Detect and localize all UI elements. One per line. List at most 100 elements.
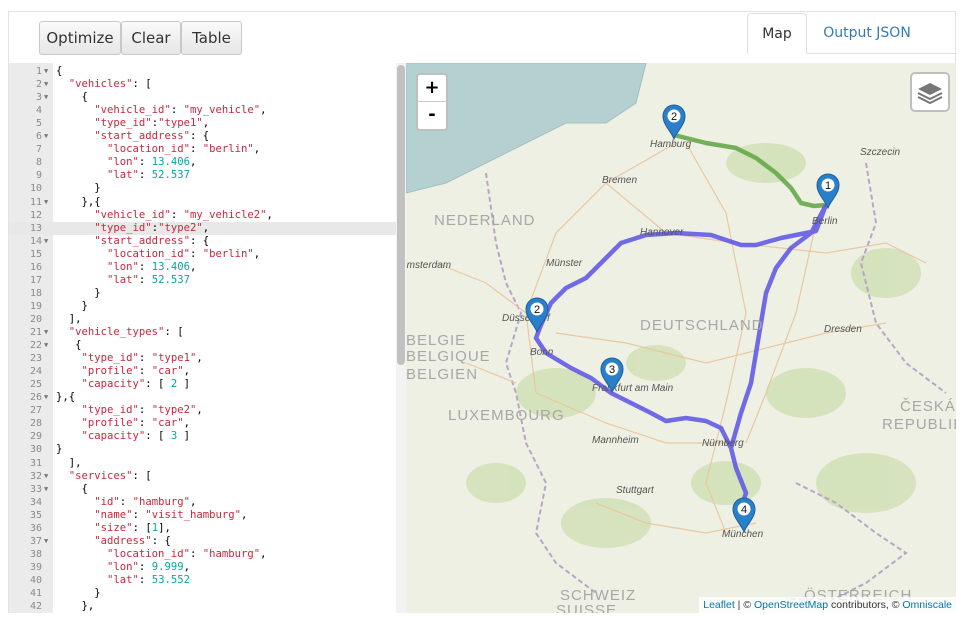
code-line[interactable]: 26 ▼},{ bbox=[9, 391, 397, 404]
code-line[interactable]: 1 ▼ { bbox=[9, 65, 397, 78]
code-line[interactable]: 25 "capacity": [ 2 ] bbox=[9, 378, 397, 391]
code-line[interactable]: 2 ▼ "vehicles": [ bbox=[9, 78, 397, 91]
tab-map[interactable]: Map bbox=[747, 13, 807, 54]
code-line[interactable]: 40 "lat": 53.552 bbox=[9, 574, 397, 587]
code-line[interactable]: 17 "lat": 52.537 bbox=[9, 274, 397, 287]
fold-toggle-icon[interactable]: ▼ bbox=[44, 130, 48, 143]
line-number: 14 bbox=[29, 235, 42, 247]
marker-label: 2 bbox=[534, 304, 540, 316]
line-number: 17 bbox=[29, 274, 42, 286]
code-line[interactable]: 9 "lat": 52.537 bbox=[9, 169, 397, 182]
code-line[interactable]: 7 "location_id": "berlin", bbox=[9, 143, 397, 156]
code-text: "capacity": [ 3 ] bbox=[81, 430, 190, 443]
line-number: 40 bbox=[29, 574, 42, 586]
fold-toggle-icon[interactable]: ▼ bbox=[44, 91, 48, 104]
code-line[interactable]: 27 "type_id": "type2", bbox=[9, 404, 397, 417]
code-line[interactable]: 3 ▼ { bbox=[9, 91, 397, 104]
map-marker-1[interactable]: 1 bbox=[816, 173, 840, 210]
code-line[interactable]: 4 "vehicle_id": "my_vehicle", bbox=[9, 104, 397, 117]
line-number: 25 bbox=[29, 379, 42, 391]
code-line[interactable]: 11 ▼ },{ bbox=[9, 196, 397, 209]
toolbar: Optimize Clear Table Map Output JSON bbox=[8, 11, 956, 63]
map-label-city: Szczecin bbox=[860, 147, 900, 158]
code-line[interactable]: 39 "lon": 9.999, bbox=[9, 561, 397, 574]
code-line[interactable]: 28 "profile": "car", bbox=[9, 417, 397, 430]
zoom-out-button[interactable]: - bbox=[418, 102, 446, 128]
code-line[interactable]: 36 "size": [1], bbox=[9, 522, 397, 535]
code-text: "lon": 9.999, bbox=[107, 560, 190, 573]
openstreetmap-link[interactable]: OpenStreetMap bbox=[754, 599, 828, 611]
map-view[interactable]: NEDERLAND BELGIE BELGIQUE BELGIEN DEUTSC… bbox=[406, 63, 956, 613]
code-line[interactable]: 24 "profile": "car", bbox=[9, 365, 397, 378]
code-line[interactable]: 32 ▼ "services": [ bbox=[9, 470, 397, 483]
code-line[interactable]: 38 "location_id": "hamburg", bbox=[9, 548, 397, 561]
code-text: },{ bbox=[56, 391, 76, 404]
map-marker-2-duesseldorf[interactable]: 2 bbox=[525, 297, 549, 334]
code-line[interactable]: 10 } bbox=[9, 182, 397, 195]
zoom-in-button[interactable]: + bbox=[418, 75, 446, 102]
code-line[interactable]: 29 "capacity": [ 3 ] bbox=[9, 430, 397, 443]
code-line[interactable]: 15 "location_id": "berlin", bbox=[9, 248, 397, 261]
omniscale-link[interactable]: Omniscale bbox=[902, 599, 952, 611]
fold-toggle-icon[interactable]: ▼ bbox=[44, 391, 48, 404]
line-number: 18 bbox=[29, 287, 42, 299]
fold-toggle-icon[interactable]: ▼ bbox=[44, 470, 48, 483]
editor-scrollbar[interactable] bbox=[396, 63, 406, 613]
code-line[interactable]: 31 ], bbox=[9, 457, 397, 470]
code-line[interactable]: 30} bbox=[9, 443, 397, 456]
fold-toggle-icon[interactable]: ▼ bbox=[44, 483, 48, 496]
clear-button[interactable]: Clear bbox=[121, 21, 181, 55]
code-line[interactable]: 6 ▼ "start_address": { bbox=[9, 130, 397, 143]
map-marker-2[interactable]: 2 bbox=[662, 104, 686, 141]
optimize-button[interactable]: Optimize bbox=[39, 21, 121, 55]
code-text: "type_id":"type1", bbox=[94, 117, 210, 130]
code-line[interactable]: 5 "type_id":"type1", bbox=[9, 117, 397, 130]
code-line[interactable]: 37 ▼ "address": { bbox=[9, 535, 397, 548]
code-line[interactable]: 21 ▼ "vehicle_types": [ bbox=[9, 326, 397, 339]
code-line[interactable]: 19 } bbox=[9, 300, 397, 313]
layers-button[interactable] bbox=[910, 72, 950, 112]
map-label-city: Mannheim bbox=[592, 435, 639, 446]
fold-toggle-icon[interactable]: ▼ bbox=[44, 196, 48, 209]
fold-toggle-icon[interactable]: ▼ bbox=[44, 535, 48, 548]
leaflet-link[interactable]: Leaflet bbox=[703, 599, 735, 611]
code-line[interactable]: 18 } bbox=[9, 287, 397, 300]
line-number: 33 bbox=[29, 483, 42, 495]
fold-toggle-icon[interactable]: ▼ bbox=[44, 65, 48, 78]
fold-toggle-icon[interactable]: ▼ bbox=[44, 235, 48, 248]
code-text: ], bbox=[56, 456, 82, 469]
code-line[interactable]: 8 "lon": 13.406, bbox=[9, 156, 397, 169]
map-label-country: REPUBLIKA bbox=[882, 416, 956, 433]
code-line[interactable]: 22 ▼ { bbox=[9, 339, 397, 352]
map-label-city: Amsterdam bbox=[406, 260, 451, 271]
attribution-text: contributors, © bbox=[828, 599, 903, 611]
code-line[interactable]: 20 ], bbox=[9, 313, 397, 326]
json-editor[interactable]: 1 ▼{2 ▼ "vehicles": [3 ▼ {4 "vehicle_id": "… bbox=[8, 63, 407, 613]
line-number: 6 bbox=[35, 131, 42, 143]
code-line[interactable]: 16 "lon": 13.406, bbox=[9, 261, 397, 274]
code-line[interactable]: 42 }, bbox=[9, 600, 397, 613]
scrollbar-thumb[interactable] bbox=[397, 65, 405, 365]
code-text: } bbox=[56, 299, 88, 312]
tab-output-json[interactable]: Output JSON bbox=[807, 13, 927, 54]
tab-divider bbox=[927, 53, 955, 54]
code-line[interactable]: 14 ▼ "start_address": { bbox=[9, 235, 397, 248]
code-line[interactable]: 33 ▼ { bbox=[9, 483, 397, 496]
code-text: "services": [ bbox=[68, 469, 152, 482]
fold-toggle-icon[interactable]: ▼ bbox=[44, 78, 48, 91]
line-number: 41 bbox=[29, 588, 42, 599]
code-text: } bbox=[56, 443, 63, 456]
code-line[interactable]: 13 "type_id":"type2", bbox=[9, 221, 397, 235]
fold-toggle-icon[interactable]: ▼ bbox=[44, 339, 48, 352]
code-line[interactable]: 23 "type_id": "type1", bbox=[9, 352, 397, 365]
zoom-control: + - bbox=[416, 73, 448, 131]
code-text: "start_address": { bbox=[94, 130, 210, 143]
code-line[interactable]: 12 "vehicle_id": "my_vehicle2", bbox=[9, 209, 397, 222]
code-line[interactable]: 34 "id": "hamburg", bbox=[9, 496, 397, 509]
line-number: 38 bbox=[29, 548, 42, 560]
code-line[interactable]: 41 } bbox=[9, 587, 397, 600]
code-line[interactable]: 35 "name": "visit_hamburg", bbox=[9, 509, 397, 522]
table-button[interactable]: Table bbox=[181, 21, 242, 55]
fold-toggle-icon[interactable]: ▼ bbox=[44, 326, 48, 339]
map-label-city: Frankfurt am Main bbox=[592, 383, 674, 394]
